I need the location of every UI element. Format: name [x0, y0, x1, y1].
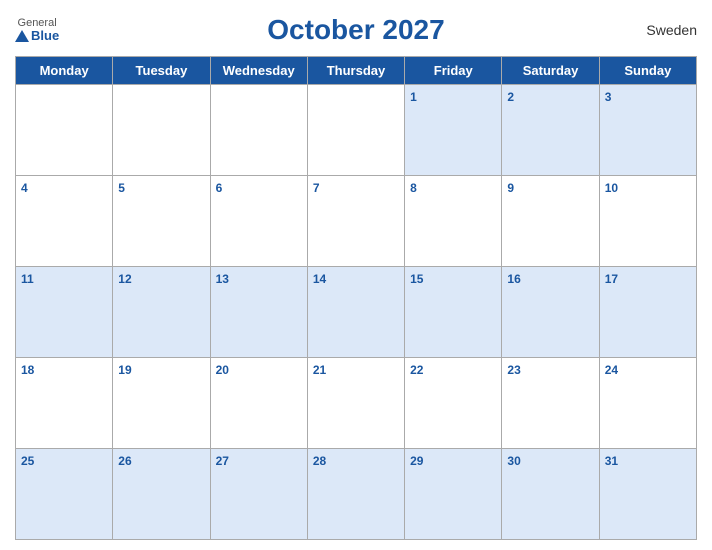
calendar-day-cell — [307, 85, 404, 176]
day-number: 20 — [216, 363, 229, 377]
page-title: October 2027 — [267, 14, 444, 46]
logo-blue-text: Blue — [15, 29, 59, 43]
day-number: 3 — [605, 90, 612, 104]
calendar-day-cell: 28 — [307, 449, 404, 540]
day-number: 5 — [118, 181, 125, 195]
calendar-header: General Blue October 2027 Sweden — [15, 10, 697, 50]
day-number: 4 — [21, 181, 28, 195]
calendar-day-cell: 7 — [307, 176, 404, 267]
calendar-day-cell: 1 — [405, 85, 502, 176]
weekday-header: Saturday — [502, 57, 599, 85]
calendar-day-cell — [16, 85, 113, 176]
day-number: 29 — [410, 454, 423, 468]
calendar-day-cell: 31 — [599, 449, 696, 540]
day-number: 26 — [118, 454, 131, 468]
calendar-week-row: 25 26 27 28 29 30 31 — [16, 449, 697, 540]
weekday-header: Friday — [405, 57, 502, 85]
calendar-day-cell: 10 — [599, 176, 696, 267]
day-number: 21 — [313, 363, 326, 377]
day-number: 6 — [216, 181, 223, 195]
calendar-day-cell: 30 — [502, 449, 599, 540]
calendar-day-cell: 19 — [113, 358, 210, 449]
weekday-header: Thursday — [307, 57, 404, 85]
calendar-week-row: 1 2 3 — [16, 85, 697, 176]
day-number: 11 — [21, 272, 34, 286]
day-number: 24 — [605, 363, 618, 377]
calendar-day-cell: 20 — [210, 358, 307, 449]
day-number: 18 — [21, 363, 34, 377]
weekday-header: Monday — [16, 57, 113, 85]
calendar-day-cell: 23 — [502, 358, 599, 449]
calendar-day-cell — [113, 85, 210, 176]
day-number: 15 — [410, 272, 423, 286]
calendar-day-cell: 9 — [502, 176, 599, 267]
day-number: 16 — [507, 272, 520, 286]
calendar-day-cell: 2 — [502, 85, 599, 176]
logo-triangle-icon — [15, 30, 29, 42]
calendar-day-cell: 27 — [210, 449, 307, 540]
calendar-day-cell: 16 — [502, 267, 599, 358]
calendar-day-cell: 18 — [16, 358, 113, 449]
day-number: 2 — [507, 90, 514, 104]
day-number: 30 — [507, 454, 520, 468]
calendar-week-row: 4 5 6 7 8 9 10 — [16, 176, 697, 267]
calendar-day-cell: 25 — [16, 449, 113, 540]
weekday-header: Wednesday — [210, 57, 307, 85]
calendar-week-row: 18 19 20 21 22 23 24 — [16, 358, 697, 449]
day-number: 7 — [313, 181, 320, 195]
calendar-day-cell: 3 — [599, 85, 696, 176]
calendar-week-row: 11 12 13 14 15 16 17 — [16, 267, 697, 358]
calendar-day-cell: 8 — [405, 176, 502, 267]
weekday-header-row: MondayTuesdayWednesdayThursdayFridaySatu… — [16, 57, 697, 85]
calendar-day-cell: 29 — [405, 449, 502, 540]
calendar-day-cell: 4 — [16, 176, 113, 267]
weekday-header: Tuesday — [113, 57, 210, 85]
calendar-table: MondayTuesdayWednesdayThursdayFridaySatu… — [15, 56, 697, 540]
day-number: 14 — [313, 272, 326, 286]
calendar-day-cell: 13 — [210, 267, 307, 358]
day-number: 1 — [410, 90, 417, 104]
day-number: 23 — [507, 363, 520, 377]
logo: General Blue — [15, 17, 59, 43]
day-number: 17 — [605, 272, 618, 286]
day-number: 22 — [410, 363, 423, 377]
day-number: 19 — [118, 363, 131, 377]
calendar-day-cell — [210, 85, 307, 176]
day-number: 28 — [313, 454, 326, 468]
calendar-day-cell: 24 — [599, 358, 696, 449]
calendar-day-cell: 6 — [210, 176, 307, 267]
calendar-day-cell: 12 — [113, 267, 210, 358]
calendar-day-cell: 21 — [307, 358, 404, 449]
weekday-header: Sunday — [599, 57, 696, 85]
day-number: 27 — [216, 454, 229, 468]
day-number: 10 — [605, 181, 618, 195]
country-label: Sweden — [646, 22, 697, 38]
calendar-day-cell: 22 — [405, 358, 502, 449]
day-number: 25 — [21, 454, 34, 468]
calendar-day-cell: 5 — [113, 176, 210, 267]
day-number: 13 — [216, 272, 229, 286]
calendar-day-cell: 11 — [16, 267, 113, 358]
day-number: 9 — [507, 181, 514, 195]
calendar-day-cell: 17 — [599, 267, 696, 358]
calendar-day-cell: 26 — [113, 449, 210, 540]
calendar-day-cell: 14 — [307, 267, 404, 358]
day-number: 8 — [410, 181, 417, 195]
day-number: 31 — [605, 454, 618, 468]
day-number: 12 — [118, 272, 131, 286]
calendar-day-cell: 15 — [405, 267, 502, 358]
